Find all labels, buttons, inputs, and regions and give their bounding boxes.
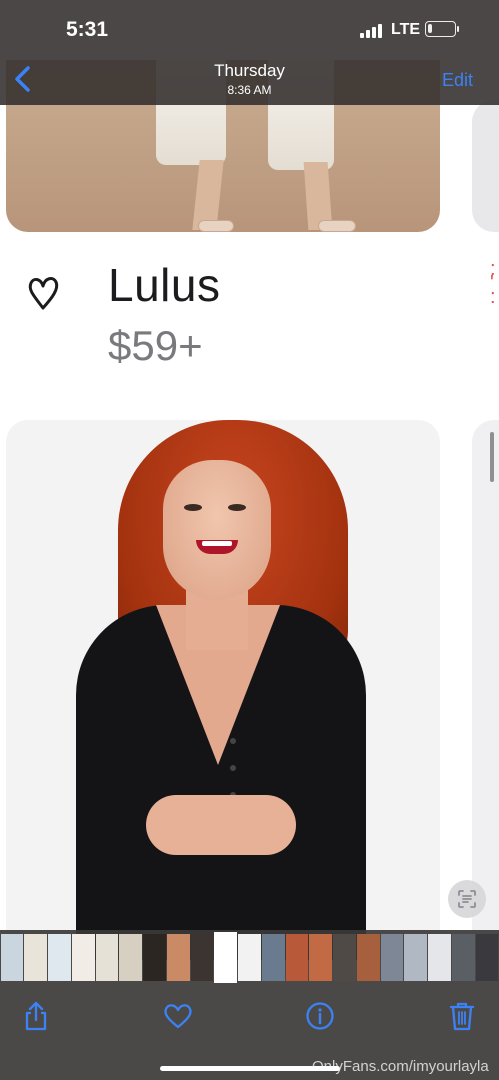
thumbnail[interactable]: [309, 934, 333, 981]
brand-name: Lulus: [108, 259, 221, 311]
network-label: LTE: [391, 21, 421, 38]
thumbnail[interactable]: [24, 934, 47, 981]
shoe-right: [318, 220, 356, 232]
eye-left: [184, 504, 202, 511]
live-text-button[interactable]: [448, 880, 486, 918]
signal-icon: [360, 24, 384, 38]
live-text-icon: [458, 890, 476, 908]
product-image: [6, 420, 440, 960]
edit-button[interactable]: Edit: [442, 70, 473, 91]
home-indicator[interactable]: [160, 1066, 340, 1071]
thumbnail[interactable]: [143, 934, 166, 981]
cardigan-button: [230, 738, 236, 744]
thumbnail[interactable]: [451, 934, 475, 981]
thumbnail[interactable]: [333, 934, 356, 981]
thumbnail[interactable]: [119, 934, 143, 981]
thumbnail[interactable]: [356, 934, 380, 981]
trash-icon[interactable]: [445, 999, 479, 1033]
thumbnail[interactable]: [71, 934, 95, 981]
thumbnail[interactable]: [428, 934, 451, 981]
nav-subtitle: 8:36 AM: [227, 83, 272, 97]
thumbnail[interactable]: [261, 934, 285, 981]
red-marks: : ':: [490, 258, 496, 308]
heart-icon[interactable]: [161, 999, 195, 1033]
battery-icon: [425, 21, 459, 37]
thumbnail[interactable]: [285, 934, 309, 981]
cardigan-button: [230, 765, 236, 771]
thumbnail[interactable]: [238, 934, 261, 981]
side-card-bottom: [472, 420, 499, 960]
thumbnail[interactable]: [190, 934, 214, 981]
thumbnail[interactable]: [404, 934, 428, 981]
info-icon[interactable]: [303, 999, 337, 1033]
teeth: [202, 541, 232, 546]
status-time: 5:31: [66, 18, 109, 41]
thumbnail[interactable]: [475, 934, 499, 981]
shoe-left: [198, 220, 234, 232]
thumbnail[interactable]: [214, 932, 238, 983]
battery-level: [428, 24, 432, 33]
hands: [146, 795, 296, 855]
thumbnail[interactable]: [48, 934, 71, 981]
thumbnail[interactable]: [380, 934, 404, 981]
scroll-indicator[interactable]: [490, 432, 494, 482]
price: $59+: [108, 322, 203, 369]
side-card-top: [472, 100, 499, 232]
thumbnail[interactable]: [0, 934, 24, 981]
thumbnail[interactable]: [95, 934, 119, 981]
eye-right: [228, 504, 246, 511]
heart-doodle-icon: [28, 277, 59, 310]
thumbnail-strip[interactable]: [0, 930, 499, 985]
thumbnail[interactable]: [166, 934, 190, 981]
nav-title: Thursday: [214, 61, 285, 80]
top-bar: 5:31 LTE Thursday 8:36 AM Edit: [0, 0, 499, 105]
photo-viewer: Lulus $59+ : ': 5:31 LTE Thursday 8:36 A…: [0, 0, 499, 1080]
face: [163, 460, 271, 600]
share-icon[interactable]: [19, 999, 53, 1033]
